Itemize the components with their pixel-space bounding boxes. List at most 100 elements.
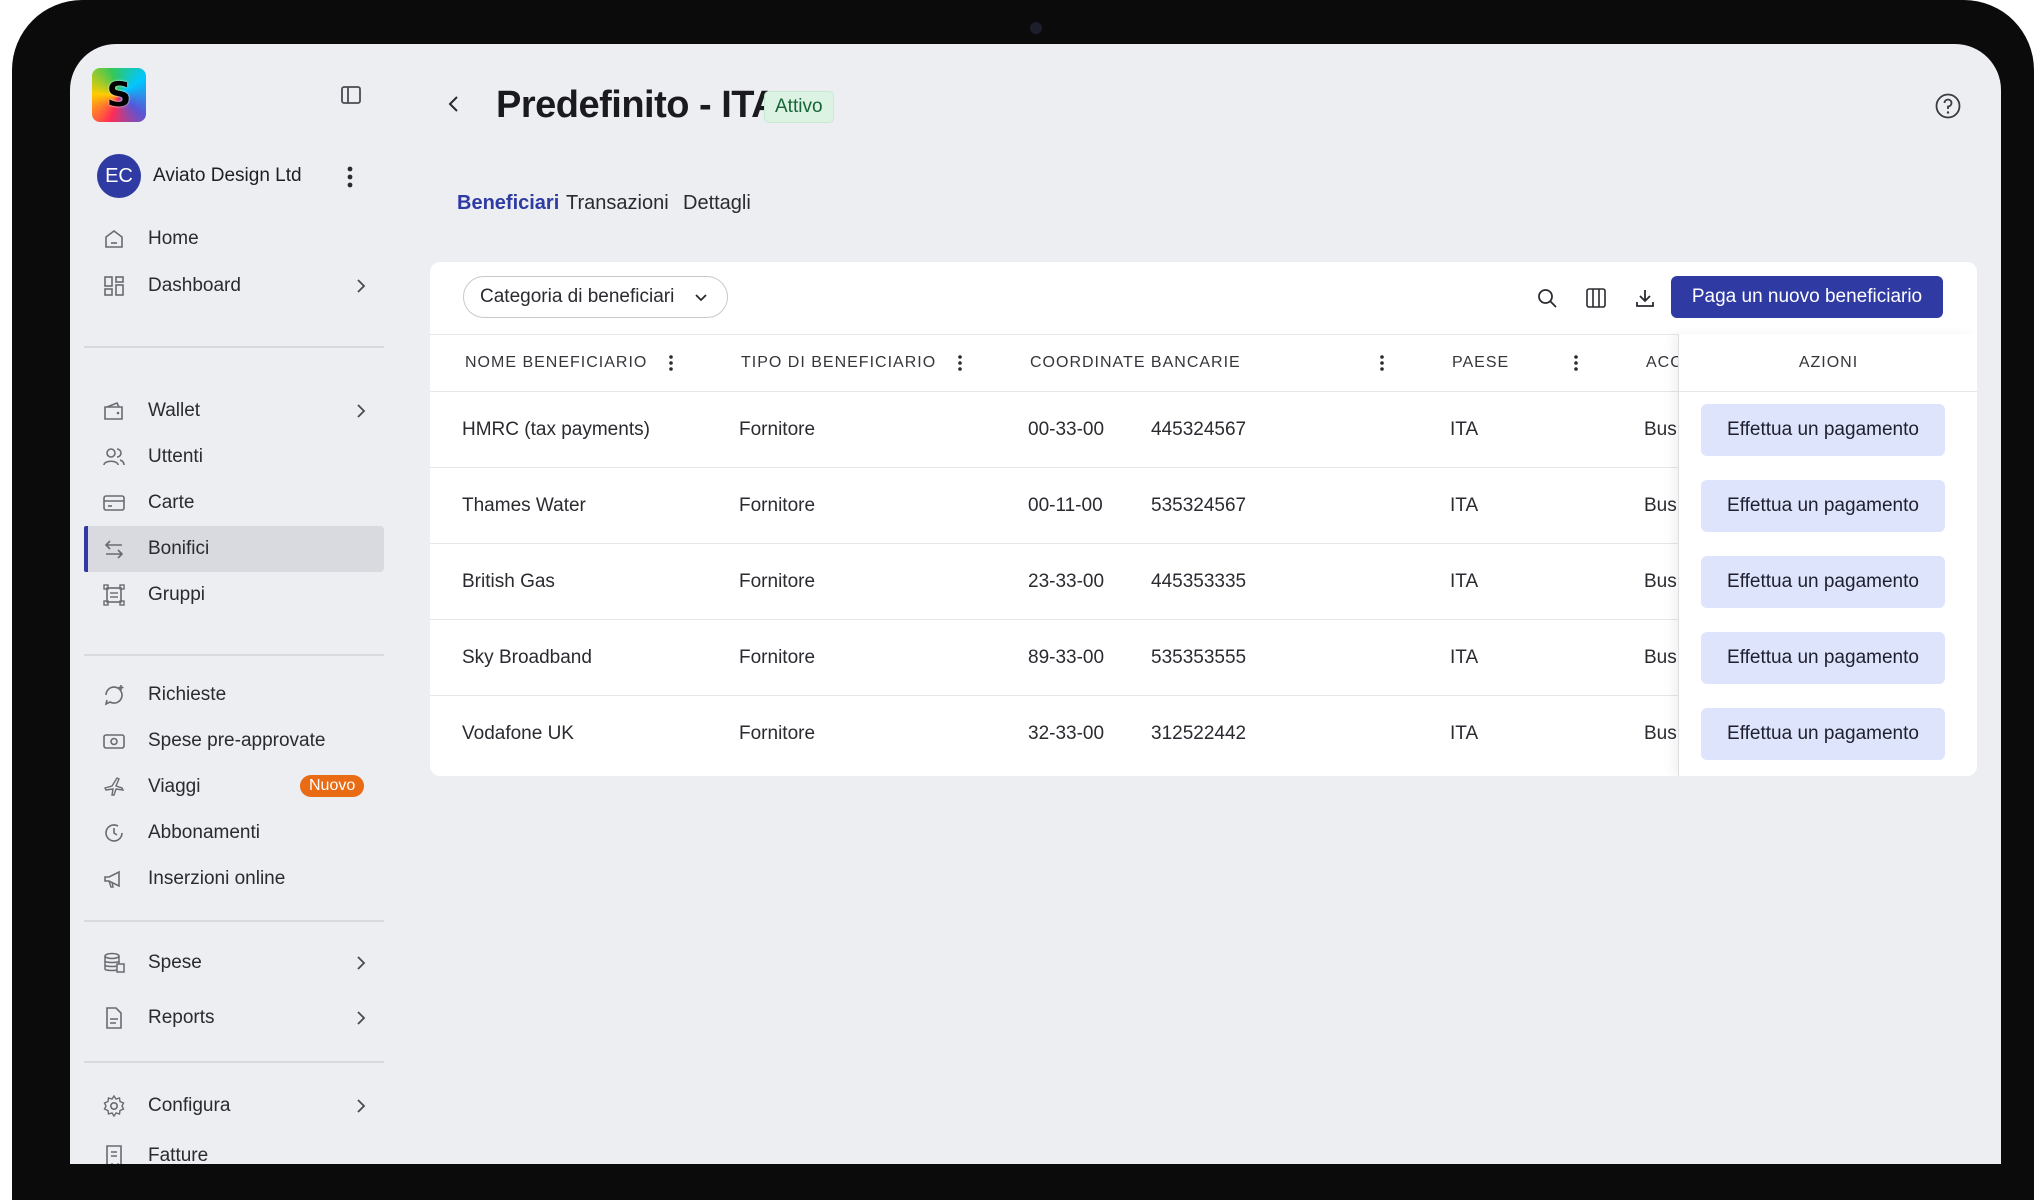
beneficiaries-card: Categoria di beneficiari Paga un nuovo b… [430,262,1977,776]
sidebar-item-reports[interactable]: Reports [84,995,384,1041]
column-header-country[interactable]: PAESE [1452,354,1509,372]
logo-letter: S [106,75,132,115]
download-icon[interactable] [1633,286,1657,310]
sidebar-item-fatture[interactable]: Fatture [84,1133,384,1164]
chevron-right-icon [351,1096,371,1116]
chevron-right-icon [351,401,371,421]
sidebar-divider [84,1061,384,1063]
sidebar-item-label: Richieste [148,684,227,705]
home-icon [102,227,126,251]
beneficiary-type: Fornitore [739,495,816,516]
sidebar-divider [84,654,384,656]
sidebar-divider [84,920,384,922]
account-type: Busi [1644,419,1681,440]
sidebar-item-abbonamenti[interactable]: Abbonamenti [84,810,384,856]
column-header-type[interactable]: TIPO DI BENEFICIARIO [741,354,936,372]
sidebar-item-label: Inserzioni online [148,868,286,889]
sidebar-item-label: Abbonamenti [148,822,260,843]
sidebar-item-uttenti[interactable]: Uttenti [84,434,384,480]
make-payment-button[interactable]: Effettua un pagamento [1701,708,1945,760]
sidebar-item-inserzioni-online[interactable]: Inserzioni online [84,856,384,902]
sidebar-item-viaggi[interactable]: Viaggi Nuovo [84,764,384,810]
wallet-icon [102,399,126,423]
pay-new-beneficiary-button[interactable]: Paga un nuovo beneficiario [1671,276,1943,318]
new-badge: Nuovo [300,775,365,797]
back-button[interactable] [442,92,466,116]
column-menu-icon[interactable] [667,353,675,373]
sidebar-item-bonifici[interactable]: Bonifici [84,526,384,572]
sidebar-item-spese[interactable]: Spese [84,940,384,986]
sidebar-item-label: Uttenti [148,446,203,467]
sidebar-item-label: Home [148,228,199,249]
report-icon [102,1006,126,1030]
beneficiary-name: Sky Broadband [462,647,592,668]
column-header-actions: AZIONI [1679,334,1977,392]
sidebar-item-label: Reports [148,1007,215,1028]
column-menu-icon[interactable] [1378,353,1386,373]
beneficiary-type: Fornitore [739,419,816,440]
card-icon [102,491,126,515]
country: ITA [1450,647,1479,668]
collapse-sidebar-icon[interactable] [340,84,362,106]
account-number: 312522442 [1151,723,1247,744]
beneficiary-name: Vodafone UK [462,723,574,744]
beneficiary-type: Fornitore [739,723,816,744]
account-number: 445324567 [1151,419,1247,440]
transfer-icon [102,537,126,561]
sidebar-item-carte[interactable]: Carte [84,480,384,526]
chevron-down-icon [693,289,709,305]
tab-label: Transazioni [566,192,669,214]
sort-code: 00-33-00 [1028,419,1105,440]
account-number: 535324567 [1151,495,1247,516]
device-frame: S EC Aviato Design Ltd Home Dashboard Wa… [12,0,2034,1200]
make-payment-button[interactable]: Effettua un pagamento [1701,480,1945,532]
sidebar: S EC Aviato Design Ltd Home Dashboard Wa… [70,44,400,1164]
tab-label: Beneficiari [457,192,560,214]
beneficiary-type: Fornitore [739,647,816,668]
sidebar-item-configura[interactable]: Configura [84,1083,384,1129]
pre-approved-icon [102,729,126,753]
country: ITA [1450,495,1479,516]
column-header-name[interactable]: NOME BENEFICIARIO [465,354,647,372]
sidebar-item-label: Carte [148,492,195,513]
status-badge: Attivo [764,91,834,123]
column-menu-icon[interactable] [956,353,964,373]
account-switcher[interactable]: EC Aviato Design Ltd [97,154,302,198]
gear-icon [102,1094,126,1118]
beneficiary-name: HMRC (tax payments) [462,419,650,440]
page-title: Predefinito - ITA [496,84,779,126]
camera-dot [1030,22,1042,34]
megaphone-icon [102,867,126,891]
users-icon [102,445,126,469]
beneficiary-name: Thames Water [462,495,586,516]
sidebar-item-gruppi[interactable]: Gruppi [84,572,384,618]
request-icon [102,683,126,707]
column-header-bank-details[interactable]: COORDINATE BANCARIE [1030,354,1241,372]
sidebar-item-home[interactable]: Home [84,216,384,262]
country: ITA [1450,571,1479,592]
account-menu-icon[interactable] [340,164,360,190]
sidebar-item-wallet[interactable]: Wallet [84,388,384,434]
sidebar-item-spese-pre-approvate[interactable]: Spese pre-approvate [84,718,384,764]
app-logo[interactable]: S [92,68,146,122]
sidebar-item-label: Fatture [148,1145,209,1164]
actions-column: AZIONI Effettua un pagamento Effettua un… [1678,334,1977,776]
columns-icon[interactable] [1584,286,1608,310]
search-icon[interactable] [1535,286,1559,310]
make-payment-button[interactable]: Effettua un pagamento [1701,556,1945,608]
plane-icon [102,775,126,799]
sidebar-item-label: Wallet [148,400,201,421]
sidebar-item-label: Configura [148,1095,231,1116]
sidebar-item-richieste[interactable]: Richieste [84,672,384,718]
sidebar-item-label: Gruppi [148,584,206,605]
expenses-icon [102,951,126,975]
make-payment-button[interactable]: Effettua un pagamento [1701,632,1945,684]
category-filter-dropdown[interactable]: Categoria di beneficiari [463,276,728,318]
sidebar-item-dashboard[interactable]: Dashboard [84,263,384,309]
sidebar-item-label: Spese [148,952,202,973]
help-icon[interactable] [1934,92,1962,120]
account-type: Busi [1644,647,1681,668]
column-menu-icon[interactable] [1572,353,1580,373]
make-payment-button[interactable]: Effettua un pagamento [1701,404,1945,456]
sort-code: 23-33-00 [1028,571,1105,592]
